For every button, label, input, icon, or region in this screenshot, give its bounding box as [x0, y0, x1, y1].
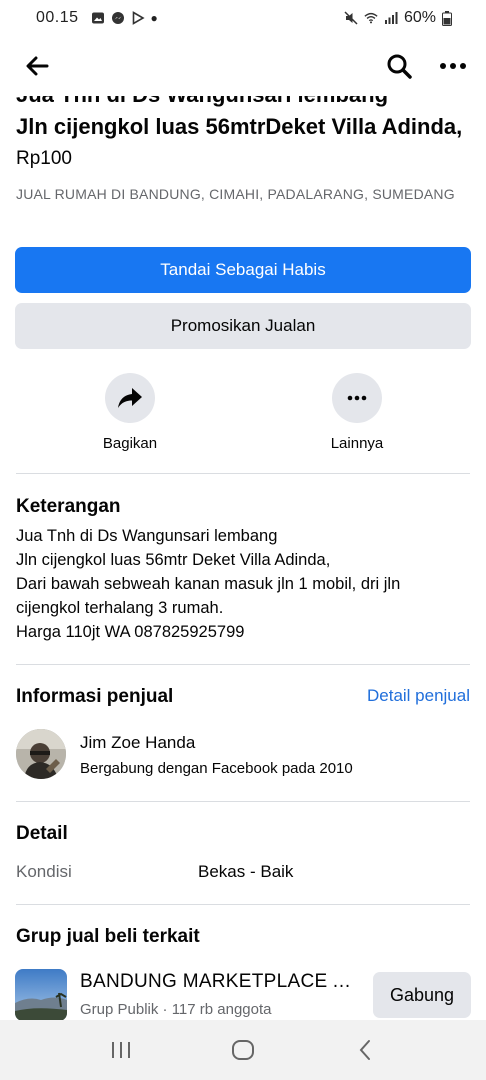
seller-avatar[interactable] — [16, 729, 66, 779]
recent-apps-icon — [112, 1042, 130, 1058]
listing-category[interactable]: JUAL RUMAH DI BANDUNG, CIMAHI, PADALARAN… — [16, 184, 456, 204]
description-line: cijengkol terhalang 3 rumah. — [16, 599, 224, 617]
promote-listing-button[interactable]: Promosikan Jualan — [15, 303, 471, 349]
search-icon — [387, 54, 412, 79]
share-button[interactable] — [105, 373, 155, 423]
listing-title: Jln cijengkol luas 56mtrDeket Villa Adin… — [16, 114, 463, 139]
home-button[interactable] — [223, 1030, 263, 1070]
condition-value: Bekas - Baik — [198, 862, 294, 881]
seller-detail-link[interactable]: Detail penjual — [367, 686, 470, 706]
divider — [16, 904, 470, 905]
play-notification-icon — [132, 11, 145, 25]
group-name[interactable]: BANDUNG MARKETPLACE AREA — [80, 971, 360, 993]
messenger-notification-icon — [111, 12, 124, 24]
app-header — [0, 36, 486, 96]
listing-content[interactable]: Jua Tnh di Ds Wangunsari lembang Jln cij… — [0, 96, 486, 1020]
back-chevron-icon — [359, 1040, 370, 1060]
battery-icon — [442, 10, 452, 26]
signal-icon — [384, 12, 398, 24]
status-right: 60% — [344, 9, 452, 27]
listing-price: Rp100 — [16, 148, 72, 169]
group-thumbnail-image — [15, 969, 67, 1020]
seller-name[interactable]: Jim Zoe Handa — [80, 733, 195, 753]
related-groups-heading: Grup jual beli terkait — [16, 926, 200, 947]
share-action[interactable]: Bagikan — [70, 373, 190, 452]
more-dots-icon — [347, 395, 367, 401]
battery-percent: 60% — [403, 9, 436, 26]
more-button[interactable] — [332, 373, 382, 423]
more-label: Lainnya — [330, 435, 384, 452]
more-action[interactable]: Lainnya — [297, 373, 417, 452]
description-line: Dari bawah sebweah kanan masuk jln 1 mob… — [16, 575, 401, 593]
status-left: 00.15 ● — [36, 9, 158, 27]
share-arrow-icon — [118, 388, 142, 408]
back-button[interactable] — [22, 51, 52, 81]
condition-label: Kondisi — [16, 862, 72, 881]
description-line: Jua Tnh di Ds Wangunsari lembang — [16, 527, 278, 545]
more-horizontal-icon — [440, 63, 466, 69]
description-line: Harga 110jt WA 087825925799 — [16, 623, 245, 641]
gallery-notification-icon — [91, 12, 104, 24]
more-notifications-dot-icon: ● — [150, 11, 158, 25]
system-nav-bar — [0, 1020, 486, 1080]
group-thumbnail[interactable] — [15, 969, 67, 1020]
more-options-button[interactable] — [438, 51, 468, 81]
description-line: Jln cijengkol luas 56mtr Deket Villa Adi… — [16, 551, 331, 569]
status-bar: 00.15 ● 60% — [0, 0, 486, 36]
back-arrow-icon — [26, 56, 49, 76]
home-icon — [232, 1040, 254, 1060]
search-button[interactable] — [384, 51, 414, 81]
description-text: Jua Tnh di Ds Wangunsari lembang Jln cij… — [16, 524, 476, 644]
seller-avatar-image — [16, 729, 66, 779]
share-label: Bagikan — [102, 435, 158, 452]
recent-apps-button[interactable] — [101, 1030, 141, 1070]
detail-heading: Detail — [16, 823, 68, 844]
divider — [16, 664, 470, 665]
seller-joined-text: Bergabung dengan Facebook pada 2010 — [80, 760, 353, 777]
header-actions — [384, 51, 468, 81]
status-time: 00.15 — [36, 9, 79, 26]
divider — [16, 801, 470, 802]
group-meta: Grup Publik · 117 rb anggota — [80, 1001, 272, 1018]
wifi-icon — [364, 12, 378, 24]
join-group-button[interactable]: Gabung — [373, 972, 471, 1018]
description-heading: Keterangan — [16, 496, 121, 517]
listing-title-partial: Jua Tnh di Ds Wangunsari lembang — [16, 96, 472, 108]
seller-info-heading: Informasi penjual — [16, 686, 174, 707]
mute-icon — [344, 11, 358, 25]
divider — [16, 473, 470, 474]
back-nav-button[interactable] — [345, 1030, 385, 1070]
mark-sold-button[interactable]: Tandai Sebagai Habis — [15, 247, 471, 293]
